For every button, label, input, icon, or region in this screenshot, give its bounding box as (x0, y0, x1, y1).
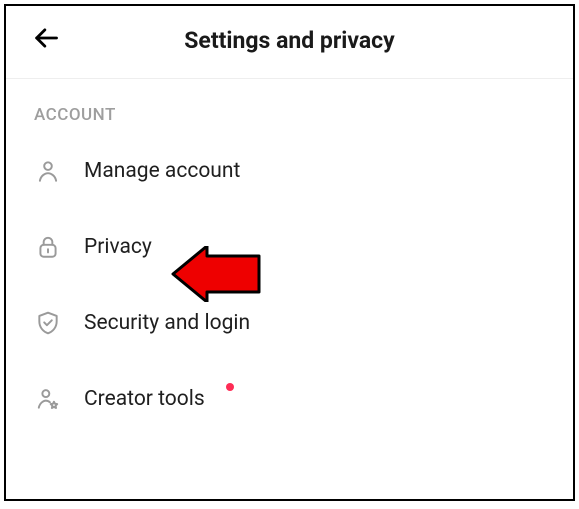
back-button[interactable] (30, 24, 62, 56)
menu-item-label: Security and login (84, 311, 250, 335)
menu-item-manage-account[interactable]: Manage account (22, 133, 557, 209)
menu-item-label: Privacy (84, 235, 152, 259)
menu-item-security-login[interactable]: Security and login (22, 285, 557, 361)
header-bar: Settings and privacy (6, 6, 573, 78)
person-icon (34, 157, 62, 185)
menu-item-label: Manage account (84, 159, 240, 183)
shield-check-icon (34, 309, 62, 337)
menu-item-creator-tools[interactable]: Creator tools (22, 361, 557, 437)
account-menu: Manage account Privacy Security and logi… (6, 133, 573, 437)
lock-icon (34, 233, 62, 261)
arrow-left-icon (32, 24, 60, 56)
menu-item-privacy[interactable]: Privacy (22, 209, 557, 285)
person-star-icon (34, 385, 62, 413)
notification-dot-icon (226, 383, 234, 391)
section-header-account: ACCOUNT (6, 79, 573, 133)
page-title: Settings and privacy (184, 27, 394, 54)
menu-item-label: Creator tools (84, 387, 205, 411)
settings-screen: Settings and privacy ACCOUNT Manage acco… (4, 4, 575, 501)
